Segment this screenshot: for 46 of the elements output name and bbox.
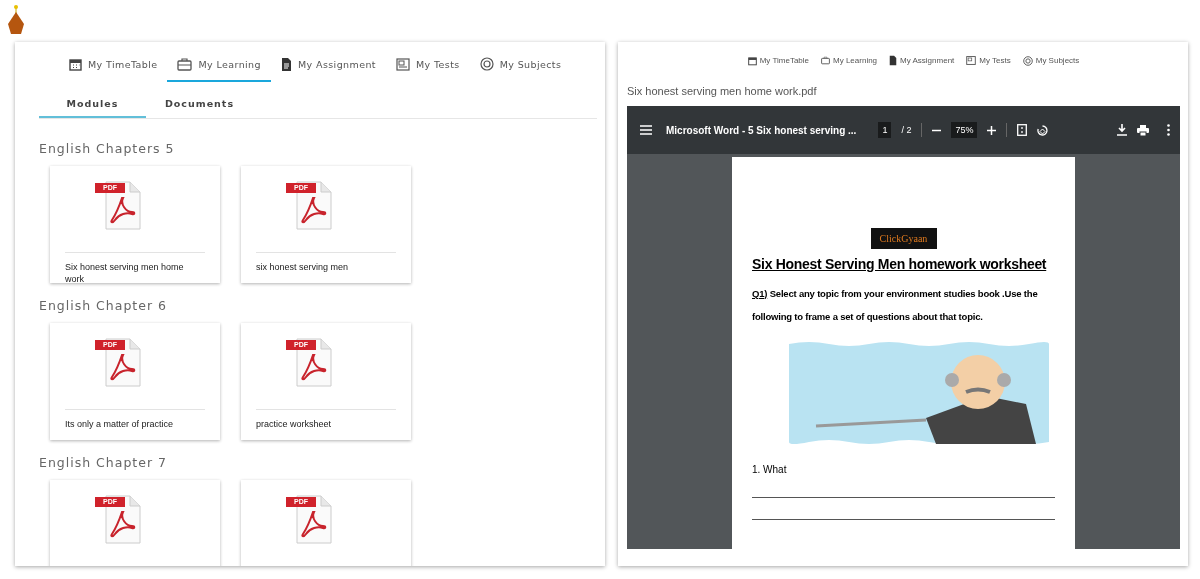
zoom-field[interactable]: 75%	[951, 122, 978, 138]
question-item: 1. What	[752, 464, 788, 475]
zoom-in-icon[interactable]	[987, 125, 997, 135]
print-icon[interactable]	[1137, 124, 1149, 136]
file-title: Six honest serving men home work	[65, 261, 185, 285]
document-title: Microsoft Word - 5 Six honest serving ...	[666, 124, 857, 136]
worksheet-title: Six Honest Serving Men homework worksheet	[752, 256, 1047, 272]
chapter-heading: English Chapters 5	[39, 141, 176, 156]
briefcase-icon	[177, 57, 193, 71]
document-icon	[280, 57, 292, 71]
lifebuoy-icon	[1022, 55, 1033, 66]
menu-icon[interactable]	[640, 125, 652, 135]
test-sheet-icon	[966, 55, 977, 66]
fit-page-icon[interactable]	[1017, 124, 1028, 136]
calendar-icon	[69, 57, 82, 71]
file-title: six honest serving men	[256, 261, 350, 273]
nav-tab[interactable]: My Tests	[385, 48, 470, 82]
nav-tab[interactable]: My Assignment	[889, 55, 955, 66]
lifebuoy-icon	[479, 57, 494, 71]
chapter-heading: English Chapter 6	[39, 298, 168, 313]
sub-tab[interactable]: Modules	[39, 92, 146, 118]
nav-tab[interactable]: My Learning	[167, 48, 271, 82]
page-number-field[interactable]: 1	[878, 122, 892, 138]
download-icon[interactable]	[1117, 124, 1127, 136]
more-icon[interactable]	[1167, 124, 1170, 136]
sub-tab[interactable]: Documents	[146, 92, 253, 118]
file-title: Its only a matter of practice	[65, 418, 175, 430]
nav-tab[interactable]: My Assignment	[270, 48, 386, 82]
calendar-icon	[747, 55, 757, 66]
question-text: Q1) Select any topic from your environment studies book .Use the following to frame a set of questions about that topic.	[752, 287, 1039, 324]
nav-tab[interactable]: My Subjects	[469, 48, 572, 82]
nav-tab[interactable]: My Learning	[821, 55, 878, 66]
page-total: / 2	[901, 125, 912, 135]
document-logo: ClickGyaan	[870, 228, 937, 249]
briefcase-icon	[821, 55, 831, 66]
chapter-heading: English Chapter 7	[39, 455, 168, 470]
nav-tab[interactable]: My Subjects	[1022, 55, 1080, 66]
rotate-icon[interactable]	[1037, 124, 1049, 136]
test-sheet-icon	[395, 57, 410, 71]
file-title: practice worksheet	[256, 418, 333, 430]
document-icon	[889, 55, 898, 66]
nav-tab[interactable]: My TimeTable	[747, 55, 810, 66]
file-name: Six honest serving men home work.pdf	[627, 85, 818, 97]
nav-tab[interactable]: My Tests	[966, 55, 1011, 66]
nav-tab[interactable]: My TimeTable	[59, 48, 168, 82]
app-logo-icon	[6, 4, 26, 36]
